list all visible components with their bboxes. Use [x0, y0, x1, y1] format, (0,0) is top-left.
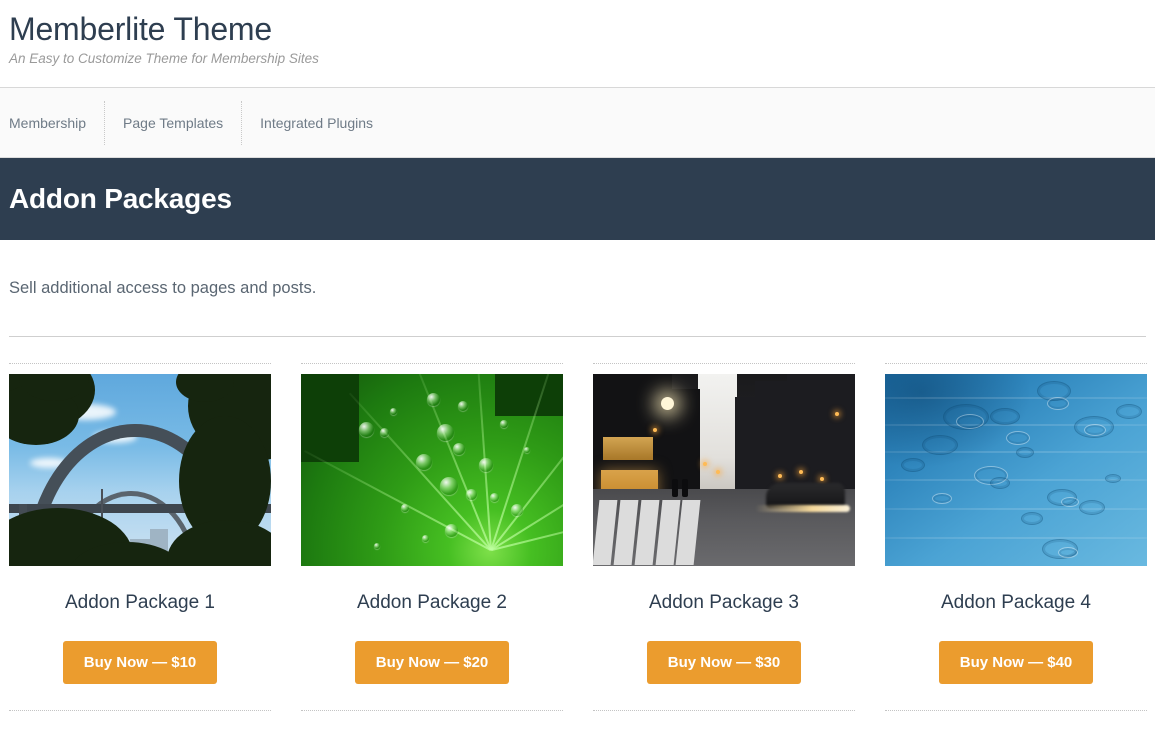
package-card: Addon Package 2 Buy Now — $20	[301, 362, 563, 711]
buy-now-button[interactable]: Buy Now — $40	[938, 640, 1094, 684]
package-title: Addon Package 4	[940, 591, 1091, 613]
buy-now-button[interactable]: Buy Now — $10	[62, 640, 218, 684]
content-intro: Sell additional access to pages and post…	[9, 279, 317, 297]
package-thumbnail-bridge[interactable]	[9, 373, 271, 566]
nav-list: Membership Page Templates Integrated Plu…	[9, 100, 391, 145]
bridge-photo	[9, 373, 271, 566]
main-navigation: Membership Page Templates Integrated Plu…	[0, 88, 1155, 158]
nav-item-integrated-plugins[interactable]: Integrated Plugins	[242, 101, 391, 145]
package-title: Addon Package 1	[64, 591, 215, 613]
package-thumbnail-water[interactable]	[885, 373, 1147, 566]
site-header: Memberlite Theme An Easy to Customize Th…	[0, 0, 1155, 88]
package-thumbnail-leaf[interactable]	[301, 373, 563, 566]
site-tagline: An Easy to Customize Theme for Membershi…	[9, 50, 319, 66]
package-card: Addon Package 3 Buy Now — $30	[593, 362, 855, 711]
package-thumbnail-street[interactable]	[593, 373, 855, 566]
water-photo	[885, 373, 1147, 566]
nav-item-membership[interactable]: Membership	[9, 100, 106, 145]
package-card: Addon Package 4 Buy Now — $40	[885, 362, 1147, 711]
package-card: Addon Package 1 Buy Now — $10	[9, 362, 271, 711]
street-photo	[593, 373, 855, 566]
nav-item-page-templates[interactable]: Page Templates	[105, 100, 243, 145]
package-title: Addon Package 2	[356, 591, 507, 613]
content-divider	[9, 335, 1146, 337]
buy-now-button[interactable]: Buy Now — $20	[354, 640, 510, 684]
package-title: Addon Package 3	[648, 591, 799, 613]
leaf-photo	[301, 373, 563, 566]
page-banner: Addon Packages	[0, 158, 1155, 240]
package-grid: Addon Package 1 Buy Now — $10 Addon Pack…	[9, 362, 1147, 711]
buy-now-button[interactable]: Buy Now — $30	[646, 640, 802, 684]
main-content: Sell additional access to pages and post…	[0, 240, 1155, 711]
page-title: Addon Packages	[9, 183, 232, 214]
site-title: Memberlite Theme	[9, 11, 272, 47]
